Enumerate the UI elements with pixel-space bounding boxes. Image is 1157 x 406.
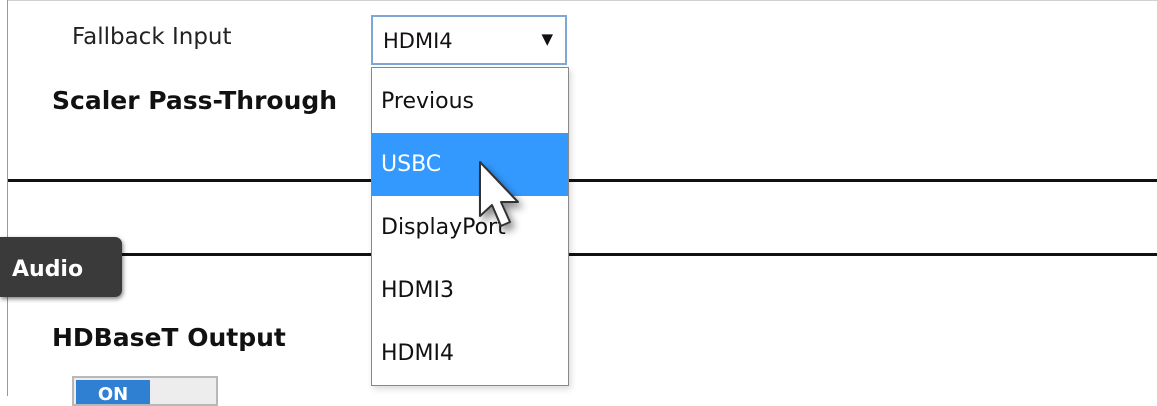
option-hdmi3[interactable]: HDMI3 — [372, 259, 568, 322]
hdbaset-output-label: HDBaseT Output — [52, 323, 286, 352]
mouse-pointer-icon — [479, 161, 519, 227]
frame-top-border — [7, 0, 1157, 1]
chevron-down-icon[interactable]: ▼ — [541, 30, 553, 48]
section-divider — [8, 179, 1157, 182]
audio-tab-label[interactable]: Audio — [12, 257, 83, 282]
option-displayport[interactable]: DisplayPort — [372, 196, 568, 259]
option-hdmi4[interactable]: HDMI4 — [372, 322, 568, 385]
select-current-value: HDMI4 — [383, 29, 453, 53]
frame-left-border — [7, 0, 8, 396]
option-usbc[interactable]: USBC — [372, 133, 568, 196]
fallback-input-label: Fallback Input — [72, 24, 232, 50]
section-divider — [8, 253, 1157, 256]
toggle-on-label[interactable]: ON — [76, 380, 150, 404]
fallback-input-dropdown[interactable]: Previous USBC DisplayPort HDMI3 HDMI4 — [371, 67, 569, 386]
fallback-input-select[interactable]: HDMI4 ▼ — [371, 15, 567, 65]
option-previous[interactable]: Previous — [372, 70, 568, 133]
scaler-pass-through-label: Scaler Pass-Through — [52, 86, 338, 115]
hdbaset-output-toggle[interactable]: ON — [72, 376, 218, 406]
